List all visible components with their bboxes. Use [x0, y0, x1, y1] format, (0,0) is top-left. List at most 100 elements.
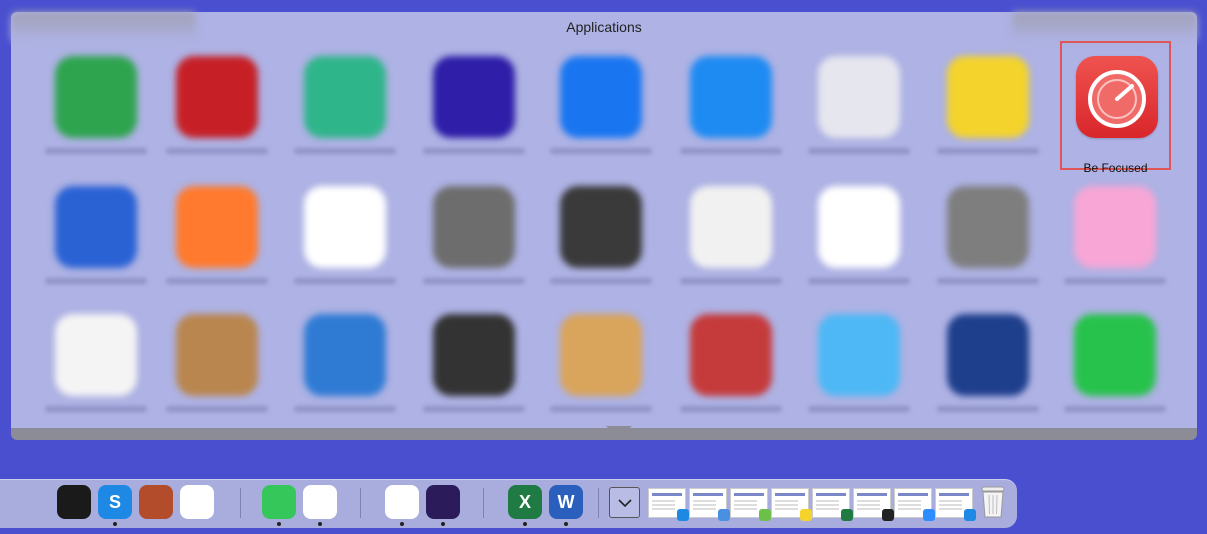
app-16[interactable] — [804, 186, 914, 306]
app-icon — [818, 56, 900, 138]
app-label-blurred — [423, 406, 525, 412]
timer-icon — [1076, 56, 1158, 138]
running-indicator — [277, 522, 281, 526]
snagit-app[interactable]: S — [98, 485, 132, 519]
app-4[interactable] — [419, 56, 529, 176]
app-icon — [304, 56, 386, 138]
photos-app[interactable] — [180, 485, 214, 519]
window-thumbnail[interactable] — [771, 488, 812, 521]
app-label-blurred — [423, 278, 525, 284]
app-2[interactable] — [162, 56, 272, 176]
app-label-blurred — [808, 278, 910, 284]
app-12[interactable] — [290, 186, 400, 306]
app-25[interactable] — [804, 314, 914, 434]
app-6[interactable] — [676, 56, 786, 176]
stack-toggle-button[interactable] — [609, 487, 640, 518]
app-label-blurred — [680, 406, 782, 412]
app-22[interactable] — [419, 314, 529, 434]
app-icon — [690, 186, 772, 268]
app-11[interactable] — [162, 186, 272, 306]
app-19[interactable] — [41, 314, 151, 434]
app-label-blurred — [808, 406, 910, 412]
app-icon — [947, 314, 1029, 396]
app-icon — [690, 56, 772, 138]
app-24[interactable] — [676, 314, 786, 434]
stack-pointer — [606, 426, 632, 439]
app-10[interactable] — [41, 186, 151, 306]
running-indicator — [318, 522, 322, 526]
app-18[interactable] — [1060, 186, 1170, 306]
app-23[interactable] — [546, 314, 656, 434]
be-focused-app[interactable]: Be Focused — [1060, 41, 1171, 175]
running-indicator — [113, 522, 117, 526]
dock-separator — [240, 488, 241, 518]
applications-stack: Applications Be Focused — [11, 12, 1197, 440]
running-indicator — [523, 522, 527, 526]
app-label-blurred — [294, 406, 396, 412]
excel-app[interactable]: X — [508, 485, 542, 519]
app-grid — [11, 12, 1197, 428]
app-label-blurred — [294, 278, 396, 284]
app-icon — [560, 314, 642, 396]
safari-app[interactable] — [385, 485, 419, 519]
app-icon — [433, 56, 515, 138]
app-icon — [560, 56, 642, 138]
chevron-down-icon — [617, 498, 632, 507]
window-thumbnail[interactable] — [689, 488, 730, 521]
app-label-blurred — [45, 148, 147, 154]
app-label-blurred — [680, 148, 782, 154]
dock-separator — [483, 488, 484, 518]
app-5[interactable] — [546, 56, 656, 176]
app-label-blurred — [937, 148, 1039, 154]
app-label-blurred — [423, 148, 525, 154]
word-app-glyph: W — [557, 491, 575, 512]
dock: SXW — [0, 479, 1017, 528]
window-thumbnail[interactable] — [812, 488, 853, 521]
app-icon — [947, 56, 1029, 138]
trash-icon[interactable] — [980, 485, 1006, 519]
app-icon — [1074, 186, 1156, 268]
window-thumbnail[interactable] — [730, 488, 771, 521]
window-thumbnail[interactable] — [935, 488, 976, 521]
app-icon — [176, 56, 258, 138]
window-thumbnail[interactable] — [894, 488, 935, 521]
app-icon — [818, 186, 900, 268]
app-icon — [304, 314, 386, 396]
app-label-blurred — [937, 406, 1039, 412]
app-13[interactable] — [419, 186, 529, 306]
app-icon — [433, 314, 515, 396]
app-label-blurred — [550, 148, 652, 154]
app-3[interactable] — [290, 56, 400, 176]
window-thumbnail[interactable] — [648, 488, 689, 521]
app-icon — [304, 186, 386, 268]
window-thumbnail[interactable] — [853, 488, 894, 521]
app-21[interactable] — [290, 314, 400, 434]
firefox-app[interactable] — [426, 485, 460, 519]
app-7[interactable] — [804, 56, 914, 176]
app-icon — [55, 314, 137, 396]
messages-app[interactable] — [262, 485, 296, 519]
app-1[interactable] — [41, 56, 151, 176]
app-27[interactable] — [1060, 314, 1170, 434]
app-icon — [55, 186, 137, 268]
app-label-blurred — [45, 406, 147, 412]
app-15[interactable] — [676, 186, 786, 306]
app-icon — [690, 314, 772, 396]
app-26[interactable] — [933, 314, 1043, 434]
app-14[interactable] — [546, 186, 656, 306]
app-label-blurred — [550, 406, 652, 412]
screens-app[interactable] — [57, 485, 91, 519]
app-17[interactable] — [933, 186, 1043, 306]
dock-separator — [360, 488, 361, 518]
app-label-blurred — [550, 278, 652, 284]
app-icon — [176, 314, 258, 396]
app-label-blurred — [680, 278, 782, 284]
app-label-blurred — [166, 148, 268, 154]
app-label-blurred — [45, 278, 147, 284]
photo-booth-app[interactable] — [139, 485, 173, 519]
excel-app-glyph: X — [518, 491, 531, 512]
app-8[interactable] — [933, 56, 1043, 176]
app-20[interactable] — [162, 314, 272, 434]
slack-app[interactable] — [303, 485, 337, 519]
word-app[interactable]: W — [549, 485, 583, 519]
